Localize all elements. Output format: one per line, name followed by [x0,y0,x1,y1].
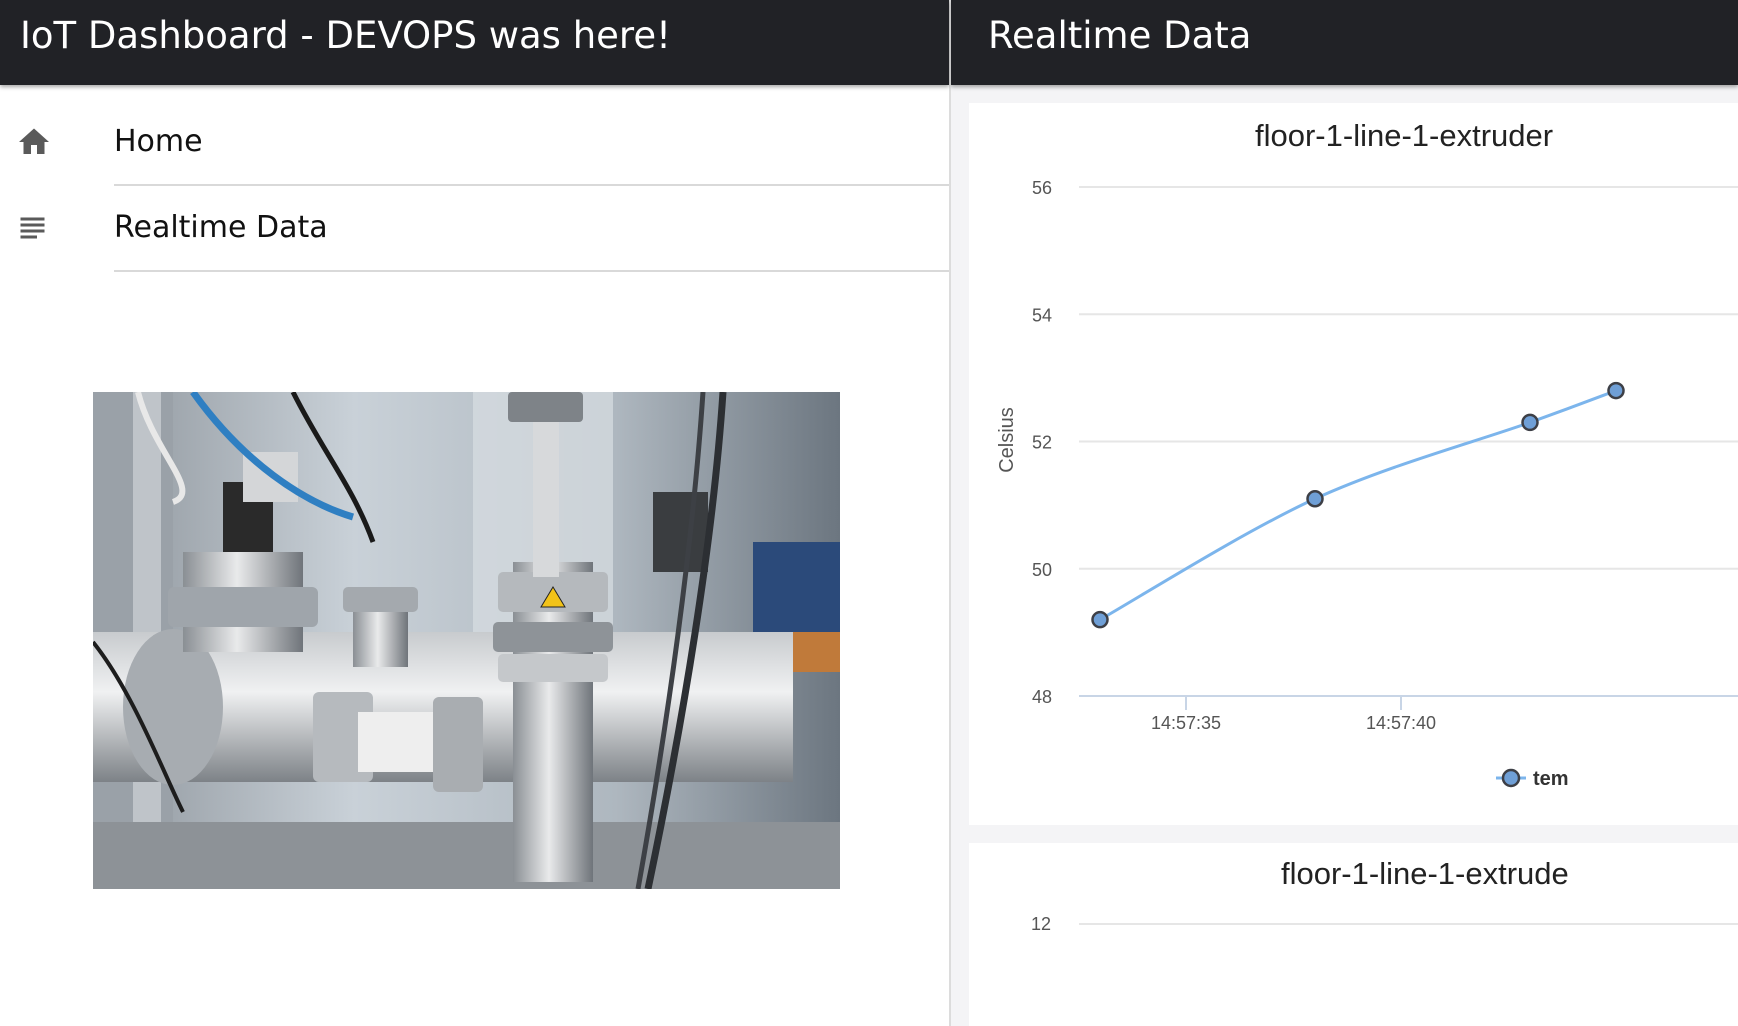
y-tick-label: 54 [1032,305,1052,325]
sidebar-pane: IoT Dashboard - DEVOPS was here! Home Re… [0,0,949,1026]
nav-item-realtime-data[interactable]: Realtime Data [0,186,949,272]
y-tick-label: 52 [1032,433,1052,453]
realtime-pane: Realtime Data floor-1-line-1-extruder 48… [951,0,1738,1026]
chart-card-2: floor-1-line-1-extrude 12 [969,843,1738,1026]
list-icon [16,210,52,246]
chart-legend[interactable]: tem [1496,768,1569,790]
nav-item-label: Home [114,124,203,159]
chart-card: floor-1-line-1-extruder 48 50 52 54 56 14:57… [969,103,1738,825]
app-header: IoT Dashboard - DEVOPS was here! [0,0,949,85]
y-tick-label: 56 [1032,178,1052,198]
data-point[interactable] [1607,381,1625,400]
legend-marker [1501,768,1521,788]
industrial-equipment-photo [93,392,840,889]
app-title: IoT Dashboard - DEVOPS was here! [20,14,671,57]
y-tick-label: 12 [1031,914,1051,934]
nav-divider [114,270,949,272]
nav-item-home[interactable]: Home [0,100,949,186]
data-point[interactable] [1521,413,1539,432]
x-tick-label: 14:57:40 [1366,713,1436,733]
data-point[interactable] [1091,610,1109,629]
y-axis-title: Celsius [996,407,1018,473]
x-tick-label: 14:57:35 [1151,713,1221,733]
chart-title: floor-1-line-1-extrude [1281,856,1569,891]
data-point[interactable] [1306,490,1324,508]
y-tick-label: 50 [1032,560,1052,580]
series-line [1099,389,1617,621]
y-tick-label: 48 [1032,687,1052,707]
realtime-title: Realtime Data [988,14,1252,57]
home-icon [16,124,52,160]
legend-label: tem [1533,768,1569,790]
chart-title: floor-1-line-1-extruder [1255,118,1554,153]
temperature-chart: 48 50 52 54 56 14:57:35 14:57:40 Celsius tem [996,178,1738,790]
nav-item-label: Realtime Data [114,210,328,245]
realtime-header: Realtime Data [951,0,1738,85]
